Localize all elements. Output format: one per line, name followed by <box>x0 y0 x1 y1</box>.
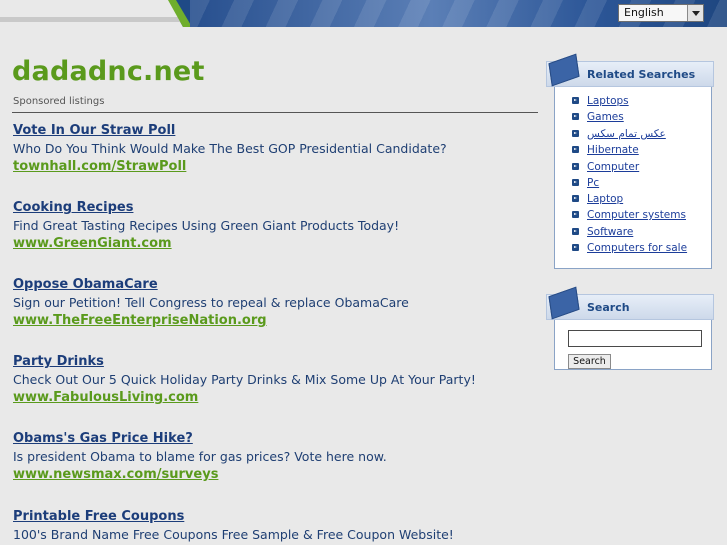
related-search-link[interactable]: Software <box>587 225 633 239</box>
arrow-bullet-icon <box>572 163 579 170</box>
divider <box>12 112 538 113</box>
listing-description: Is president Obama to blame for gas pric… <box>13 449 387 464</box>
listing-url-link[interactable]: www.TheFreeEnterpriseNation.org <box>13 312 533 330</box>
listing-url-link[interactable]: www.GreenGiant.com <box>13 235 533 253</box>
flag-icon <box>548 53 580 87</box>
related-search-link[interactable]: عکس تمام سکس <box>587 127 666 141</box>
flag-icon <box>548 286 580 320</box>
sponsored-label: Sponsored listings <box>13 96 105 107</box>
chevron-down-icon[interactable] <box>687 5 703 21</box>
listing: Printable Free Coupons 100's Brand Name … <box>13 508 533 544</box>
site-title: dadadnc.net <box>12 56 205 87</box>
listing-title-link[interactable]: Printable Free Coupons <box>13 508 533 526</box>
related-search-link[interactable]: Computers for sale <box>587 241 687 255</box>
listing-description: Sign our Petition! Tell Congress to repe… <box>13 295 409 310</box>
search-title: Search <box>587 301 630 314</box>
arrow-bullet-icon <box>572 97 579 104</box>
listing-url-link[interactable]: www.FabulousLiving.com <box>13 389 533 407</box>
listing-title-link[interactable]: Oppose ObamaCare <box>13 276 533 294</box>
listing-url-link[interactable]: www.newsmax.com/surveys <box>13 466 533 484</box>
related-search-link[interactable]: Computer systems <box>587 208 686 222</box>
listing: Cooking Recipes Find Great Tasting Recip… <box>13 199 533 253</box>
arrow-bullet-icon <box>572 146 579 153</box>
listing-title-link[interactable]: Vote In Our Straw Poll <box>13 122 533 140</box>
related-search-link[interactable]: Games <box>587 110 624 124</box>
related-search-link[interactable]: Hibernate <box>587 143 639 157</box>
listing-title-link[interactable]: Obams's Gas Price Hike? <box>13 430 533 448</box>
arrow-bullet-icon <box>572 228 579 235</box>
top-banner: English <box>0 0 727 27</box>
arrow-bullet-icon <box>572 113 579 120</box>
search-header: Search <box>546 286 714 320</box>
listing-description: Who Do You Think Would Make The Best GOP… <box>13 141 447 156</box>
arrow-bullet-icon <box>572 195 579 202</box>
listing-description: 100's Brand Name Free Coupons Free Sampl… <box>13 527 454 542</box>
listing: Party Drinks Check Out Our 5 Quick Holid… <box>13 353 533 407</box>
arrow-bullet-icon <box>572 179 579 186</box>
related-search-link[interactable]: Computer <box>587 160 639 174</box>
listing-description: Check Out Our 5 Quick Holiday Party Drin… <box>13 372 476 387</box>
language-select-value: English <box>624 6 664 19</box>
listing-description: Find Great Tasting Recipes Using Green G… <box>13 218 400 233</box>
search-button[interactable]: Search <box>568 354 611 369</box>
related-search-link[interactable]: Laptops <box>587 94 629 108</box>
related-searches-title: Related Searches <box>587 68 696 81</box>
related-search-link[interactable]: Laptop <box>587 192 623 206</box>
arrow-bullet-icon <box>572 244 579 251</box>
arrow-bullet-icon <box>572 211 579 218</box>
arrow-bullet-icon <box>572 130 579 137</box>
language-select[interactable]: English <box>618 4 704 22</box>
listing-url-link[interactable]: townhall.com/StrawPoll <box>13 158 533 176</box>
listing: Obams's Gas Price Hike? Is president Oba… <box>13 430 533 484</box>
listing-title-link[interactable]: Cooking Recipes <box>13 199 533 217</box>
listing-title-link[interactable]: Party Drinks <box>13 353 533 371</box>
search-input[interactable] <box>568 330 702 347</box>
related-search-link[interactable]: Pc <box>587 176 599 190</box>
banner-swoosh <box>0 0 192 27</box>
listing: Vote In Our Straw Poll Who Do You Think … <box>13 122 533 176</box>
related-searches-header: Related Searches <box>546 53 714 87</box>
listing: Oppose ObamaCare Sign our Petition! Tell… <box>13 276 533 330</box>
